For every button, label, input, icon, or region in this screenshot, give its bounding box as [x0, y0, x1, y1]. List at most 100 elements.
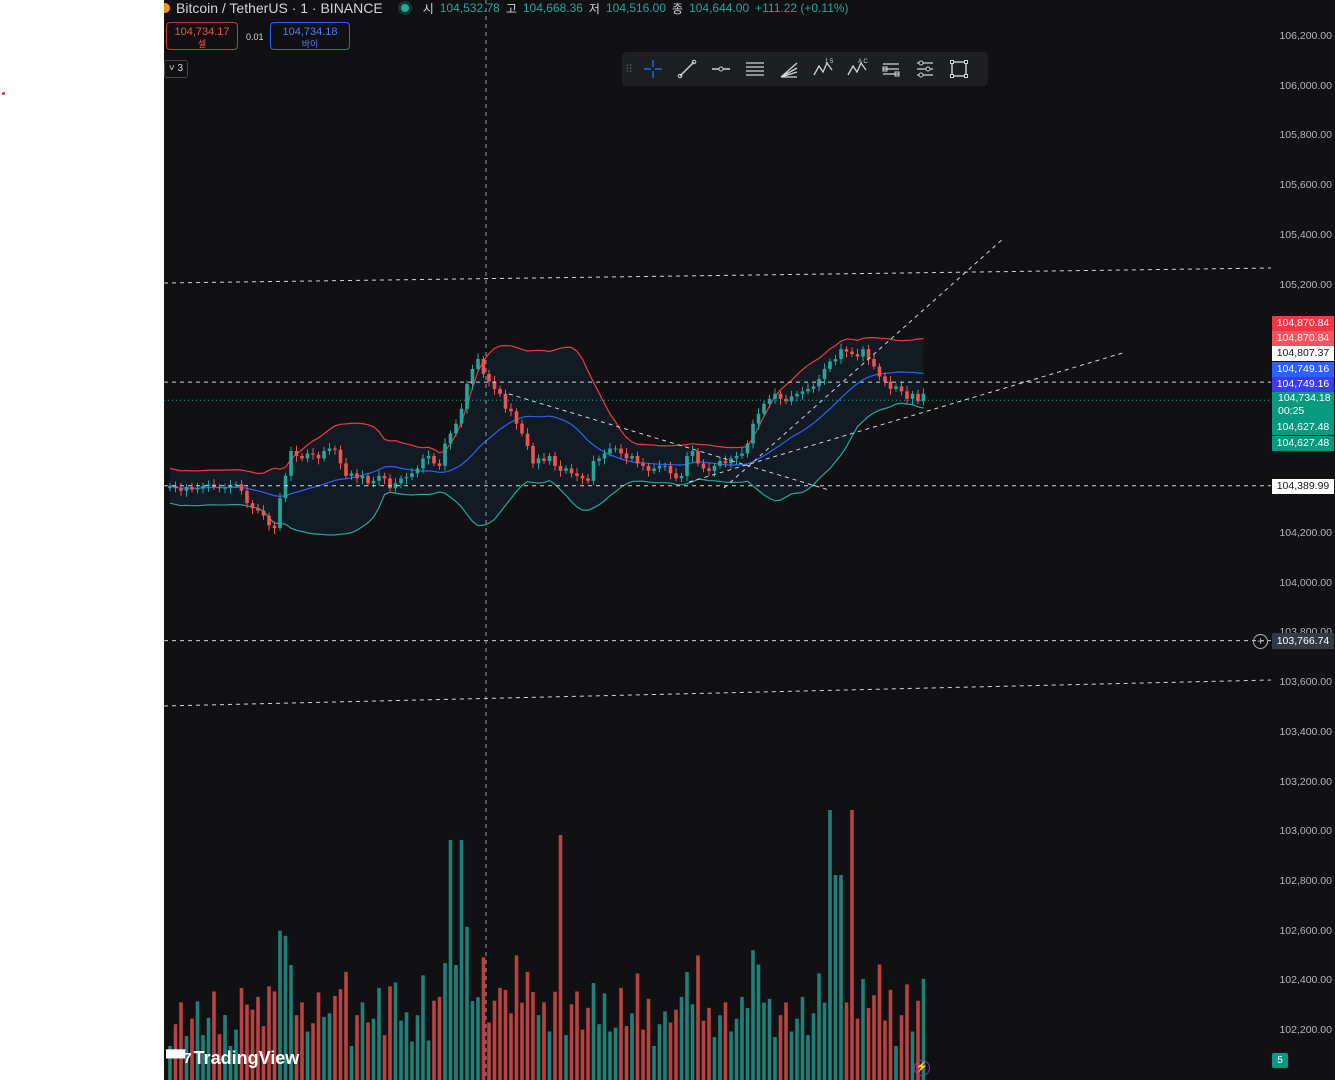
- volume-bar: [894, 1046, 898, 1080]
- candle-body: [432, 455, 436, 464]
- candle-body: [844, 349, 849, 352]
- fib-fan-icon[interactable]: [772, 52, 806, 86]
- crosshair-icon[interactable]: [636, 52, 670, 86]
- volume-bar: [696, 955, 700, 1080]
- price-tag: 104,870.84: [1272, 331, 1334, 346]
- volume-bar: [250, 1009, 255, 1080]
- volume-bar: [806, 1035, 810, 1080]
- candle-body: [503, 393, 508, 409]
- volume-bar: [718, 1015, 722, 1080]
- volume-bar: [663, 1011, 667, 1080]
- ranges-icon[interactable]: [908, 52, 942, 86]
- sell-button[interactable]: 104,734.17 셀: [166, 22, 238, 50]
- candle-body: [377, 475, 381, 481]
- volume-bar: [888, 989, 893, 1080]
- volume-bar: [569, 1004, 574, 1080]
- tradingview-logo[interactable]: ▀▀7 TradingView: [166, 1048, 299, 1069]
- candle-body: [261, 510, 266, 516]
- candle-body: [388, 478, 392, 489]
- volume-bar: [393, 982, 398, 1080]
- volume-bar: [624, 1026, 629, 1080]
- volume-bar: [674, 1009, 678, 1080]
- candle-body: [514, 411, 519, 424]
- volume-bar: [404, 1012, 409, 1080]
- date-price-range-icon[interactable]: [874, 52, 908, 86]
- volume-bar: [305, 1031, 310, 1080]
- abcd-pattern-icon[interactable]: A C: [840, 52, 874, 86]
- volume-bar: [800, 996, 805, 1080]
- volume-bar: [360, 1002, 365, 1080]
- symbol-header: Bitcoin / TetherUS · 1 · BINANCE 시 104,53…: [164, 0, 849, 16]
- lightning-icon[interactable]: ⚡: [914, 1060, 930, 1076]
- buy-button[interactable]: 104,734.18 바이: [270, 22, 350, 50]
- price-tick-label: 103,000.00: [1279, 825, 1332, 838]
- candle-body: [487, 373, 491, 382]
- market-status-icon[interactable]: [400, 4, 409, 12]
- volume-bar: [333, 995, 337, 1080]
- volume-bar: [657, 1024, 662, 1080]
- candle-body: [536, 458, 541, 464]
- candle-body: [861, 349, 865, 357]
- candle-body: [558, 465, 563, 471]
- add-alert-icon[interactable]: +: [1253, 634, 1268, 649]
- candle-body: [410, 473, 414, 478]
- candle-body: [333, 448, 337, 450]
- rectangle-icon[interactable]: [942, 52, 976, 86]
- symbol-title[interactable]: Bitcoin / TetherUS · 1 · BINANCE: [176, 0, 383, 16]
- horizontal-ray-icon[interactable]: [704, 52, 738, 86]
- open-value: 104,532.78: [439, 1, 500, 15]
- volume-bar: [399, 1020, 403, 1080]
- volume-bar: [855, 1018, 860, 1080]
- trend-line-icon[interactable]: [670, 52, 704, 86]
- price-tick-label: 103,600.00: [1279, 676, 1332, 689]
- candle-body: [899, 386, 904, 392]
- bollinger-fill: [170, 337, 924, 535]
- candle-body: [800, 391, 805, 394]
- volume-bar: [729, 1031, 733, 1080]
- volume-bar: [316, 992, 321, 1080]
- candle-body: [415, 468, 420, 474]
- volume-bar: [465, 926, 469, 1080]
- candle-body: [696, 450, 700, 464]
- price-tick-label: 105,600.00: [1279, 179, 1332, 192]
- notification-badge[interactable]: 5: [1272, 1053, 1288, 1068]
- candle-body: [674, 473, 678, 479]
- candle-body: [630, 455, 634, 459]
- marker-dot: [2, 92, 5, 95]
- candle-body: [426, 455, 431, 459]
- volume-bar: [377, 987, 381, 1080]
- elliott-wave-icon[interactable]: 1 5: [806, 52, 840, 86]
- candle-body: [877, 366, 882, 377]
- volume-bar: [701, 1020, 706, 1080]
- volume-bar: [443, 963, 447, 1080]
- volume-bar: [415, 1015, 420, 1080]
- candle-body: [723, 460, 728, 464]
- candle-body: [184, 487, 189, 491]
- trend-line: [164, 267, 1272, 284]
- volume-bar: [641, 1029, 645, 1080]
- volume-bar: [652, 1046, 656, 1080]
- volume-bar: [344, 971, 348, 1080]
- candle-body: [437, 463, 442, 466]
- candle-body: [256, 508, 260, 511]
- candle-body: [316, 454, 321, 459]
- trend-line: [164, 679, 1272, 707]
- volume-bar: [745, 1008, 750, 1080]
- volume-bar: [531, 992, 535, 1080]
- chart-canvas[interactable]: [164, 0, 1335, 1080]
- volume-bar: [866, 1008, 871, 1080]
- candle-body: [657, 465, 662, 469]
- candle-body: [349, 473, 354, 476]
- candle-body: [685, 455, 689, 476]
- candle-body: [888, 381, 893, 389]
- candle-body: [371, 480, 376, 484]
- volume-bar: [635, 973, 640, 1080]
- candle-body: [498, 388, 502, 394]
- indicators-collapse-button[interactable]: ˅ 3: [164, 60, 188, 78]
- drag-handle-icon[interactable]: ⠿: [622, 63, 636, 76]
- parallel-channel-icon[interactable]: [738, 52, 772, 86]
- candle-body: [190, 487, 194, 490]
- chart-area[interactable]: Bitcoin / TetherUS · 1 · BINANCE 시 104,53…: [164, 0, 1335, 1080]
- volume-bar: [861, 978, 865, 1080]
- candle-body: [613, 448, 618, 450]
